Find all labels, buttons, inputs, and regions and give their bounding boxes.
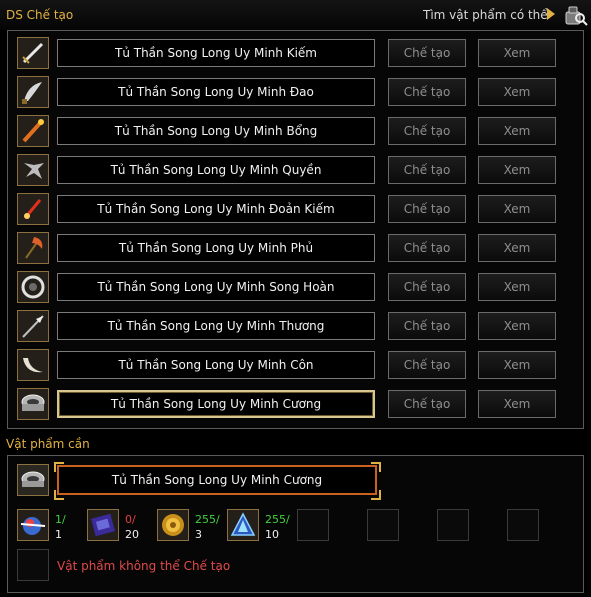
craft-button[interactable]: Chế tạo xyxy=(388,117,466,145)
view-button[interactable]: Xem xyxy=(478,390,556,418)
material-slot-empty[interactable] xyxy=(437,509,469,541)
material-slot[interactable] xyxy=(157,509,189,541)
frame-corner xyxy=(371,490,381,500)
material-have-count: 255/ xyxy=(265,513,290,526)
coin-icon xyxy=(158,510,188,540)
orb-icon xyxy=(18,510,48,540)
material-slot[interactable] xyxy=(227,509,259,541)
material-slot-empty[interactable] xyxy=(507,509,539,541)
recipe-item-name[interactable]: Tủ Thần Song Long Uy Minh Kiếm xyxy=(57,39,375,67)
ring-blade-icon xyxy=(18,272,48,302)
frame-corner xyxy=(54,490,64,500)
material-have-count: 255/ xyxy=(195,513,220,526)
recipe-item-name[interactable]: Tủ Thần Song Long Uy Minh Côn xyxy=(57,351,375,379)
required-item-name: Tủ Thần Song Long Uy Minh Cương xyxy=(57,465,377,495)
material-slot-empty[interactable] xyxy=(367,509,399,541)
fist-weapon-icon xyxy=(18,155,48,185)
material-need-count: 10 xyxy=(265,528,279,541)
craft-button[interactable]: Chế tạo xyxy=(388,195,466,223)
material-need-count: 1 xyxy=(55,528,62,541)
result-slot-empty[interactable] xyxy=(17,549,49,581)
recipe-item-slot[interactable] xyxy=(17,154,49,186)
horn-icon xyxy=(18,350,48,380)
craft-button[interactable]: Chế tạo xyxy=(388,390,466,418)
material-slot[interactable] xyxy=(17,509,49,541)
recipe-item-name[interactable]: Tủ Thần Song Long Uy Minh Cương xyxy=(57,390,375,418)
recipe-item-name[interactable]: Tủ Thần Song Long Uy Minh Thương xyxy=(57,312,375,340)
recipe-item-slot[interactable] xyxy=(17,271,49,303)
bracelet-icon xyxy=(18,465,48,495)
view-button[interactable]: Xem xyxy=(478,273,556,301)
craft-button[interactable]: Chế tạo xyxy=(388,312,466,340)
crystal-icon xyxy=(228,510,258,540)
required-items-title: Vật phẩm cần xyxy=(6,437,90,451)
recipe-item-slot[interactable] xyxy=(17,76,49,108)
axe-icon xyxy=(18,233,48,263)
frame-corner xyxy=(371,462,381,472)
craft-button[interactable]: Chế tạo xyxy=(388,78,466,106)
staff-icon xyxy=(18,116,48,146)
recipe-item-slot[interactable] xyxy=(17,37,49,69)
recipe-item-name[interactable]: Tủ Thần Song Long Uy Minh Quyền xyxy=(57,156,375,184)
blade-icon xyxy=(18,77,48,107)
play-arrow-icon[interactable] xyxy=(547,8,555,20)
spear-icon xyxy=(18,311,48,341)
material-need-count: 3 xyxy=(195,528,202,541)
view-button[interactable]: Xem xyxy=(478,39,556,67)
craft-button[interactable]: Chế tạo xyxy=(388,273,466,301)
recipe-item-slot[interactable] xyxy=(17,349,49,381)
material-have-count: 0/ xyxy=(125,513,136,526)
craft-button[interactable]: Chế tạo xyxy=(388,351,466,379)
window-title: DS Chế tạo xyxy=(6,8,74,22)
recipe-item-slot[interactable] xyxy=(17,193,49,225)
recipe-item-slot[interactable] xyxy=(17,232,49,264)
craft-button[interactable]: Chế tạo xyxy=(388,39,466,67)
recipe-item-name[interactable]: Tủ Thần Song Long Uy Minh Bổng xyxy=(57,117,375,145)
view-button[interactable]: Xem xyxy=(478,156,556,184)
craft-button[interactable]: Chế tạo xyxy=(388,234,466,262)
view-button[interactable]: Xem xyxy=(478,312,556,340)
material-slot-empty[interactable] xyxy=(297,509,329,541)
craft-button[interactable]: Chế tạo xyxy=(388,156,466,184)
find-craftable-label[interactable]: Tìm vật phẩm có thể xyxy=(423,8,548,22)
recipe-item-slot[interactable] xyxy=(17,115,49,147)
recipe-item-name[interactable]: Tủ Thần Song Long Uy Minh Phủ xyxy=(57,234,375,262)
view-button[interactable]: Xem xyxy=(478,351,556,379)
recipe-item-slot[interactable] xyxy=(17,388,49,420)
sword-icon xyxy=(18,38,48,68)
dagger-icon xyxy=(18,194,48,224)
bracelet-icon xyxy=(18,389,48,419)
magnifier-search-icon[interactable] xyxy=(564,3,588,27)
material-slot[interactable] xyxy=(87,509,119,541)
required-result-slot[interactable] xyxy=(17,464,49,496)
recipe-item-slot[interactable] xyxy=(17,310,49,342)
frame-corner xyxy=(54,462,64,472)
view-button[interactable]: Xem xyxy=(478,117,556,145)
recipe-item-name[interactable]: Tủ Thần Song Long Uy Minh Song Hoàn xyxy=(57,273,375,301)
view-button[interactable]: Xem xyxy=(478,78,556,106)
recipe-item-name[interactable]: Tủ Thần Song Long Uy Minh Đao xyxy=(57,78,375,106)
view-button[interactable]: Xem xyxy=(478,234,556,262)
scroll-icon xyxy=(88,510,118,540)
recipe-item-name[interactable]: Tủ Thần Song Long Uy Minh Đoản Kiếm xyxy=(57,195,375,223)
material-need-count: 20 xyxy=(125,528,139,541)
material-have-count: 1/ xyxy=(55,513,66,526)
view-button[interactable]: Xem xyxy=(478,195,556,223)
cannot-craft-message: Vật phẩm không thể Chế tạo xyxy=(57,559,231,573)
